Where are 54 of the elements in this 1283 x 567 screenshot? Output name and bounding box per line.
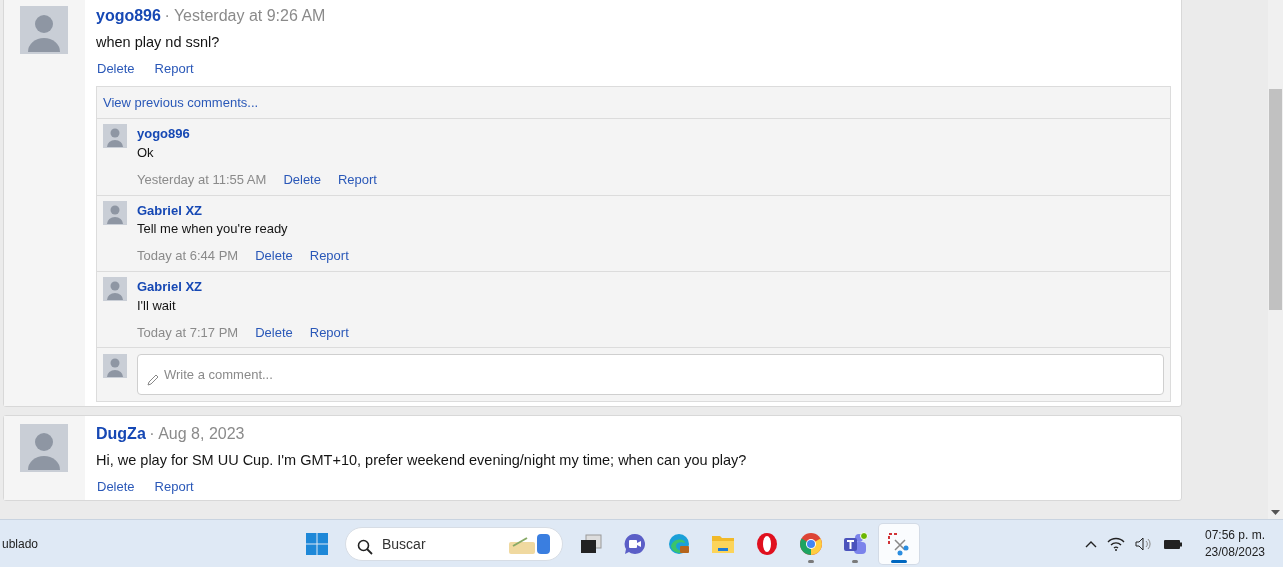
avatar-placeholder xyxy=(103,124,127,149)
avatar-placeholder xyxy=(20,424,68,473)
action-link[interactable]: Report xyxy=(154,58,194,79)
author-link[interactable]: DugZa xyxy=(96,422,146,447)
avatar-placeholder xyxy=(103,200,127,225)
author-link[interactable]: yogo896 xyxy=(137,126,190,142)
avatar-placeholder xyxy=(103,276,127,301)
avatar-placeholder xyxy=(103,354,127,379)
action-link[interactable]: Report xyxy=(309,247,349,265)
clock-time: 07:56 p. m. xyxy=(1204,527,1265,544)
weather-text: ublado xyxy=(1,535,40,553)
post-time: · Yesterday at 9:26 AM xyxy=(164,6,326,26)
comment-text: Tell me when you're ready xyxy=(137,221,288,237)
browser-wave-icon xyxy=(667,531,691,556)
scroll-down-icon[interactable] xyxy=(1271,510,1280,515)
author-link[interactable]: Gabriel XZ xyxy=(137,278,203,294)
battery-icon[interactable] xyxy=(1162,537,1183,550)
action-link[interactable]: Report xyxy=(309,323,349,342)
scissors-crop-icon xyxy=(887,531,911,556)
pencil-icon xyxy=(147,373,159,386)
view-previous-link[interactable]: View previous comments... xyxy=(103,95,259,111)
comment-text: I'll wait xyxy=(137,297,176,313)
post-text: when play nd ssnl? xyxy=(96,33,221,52)
action-link[interactable]: Delete xyxy=(283,171,321,189)
comment-time: Today at 6:44 PM xyxy=(137,247,239,265)
clock-date: 23/08/2023 xyxy=(1204,543,1265,560)
comment-time: Yesterday at 11:55 AM xyxy=(137,171,267,189)
chevron-up-icon[interactable] xyxy=(1084,539,1097,548)
avatar-placeholder xyxy=(20,6,68,54)
scrollbar-thumb[interactable] xyxy=(1269,89,1282,310)
post-time: · Aug 8, 2023 xyxy=(149,424,245,445)
notebook-drawing xyxy=(507,531,553,556)
ring-o-icon xyxy=(756,531,778,556)
action-link[interactable]: Delete xyxy=(255,323,293,342)
action-link[interactable]: Report xyxy=(154,477,194,497)
post-text: Hi, we play for SM UU Cup. I'm GMT+10, prefer weekend evening/night my time; when can you play? xyxy=(96,451,748,471)
comment-text: Ok xyxy=(137,145,154,161)
author-link[interactable]: Gabriel XZ xyxy=(137,202,203,218)
action-link[interactable]: Report xyxy=(337,171,377,189)
comment-time: Today at 7:17 PM xyxy=(137,323,239,342)
action-link[interactable]: Delete xyxy=(97,477,135,497)
search-field[interactable]: Buscar xyxy=(345,526,563,561)
windows-logo-icon xyxy=(305,531,329,556)
action-link[interactable]: Delete xyxy=(97,58,135,79)
video-chat-icon xyxy=(623,531,647,556)
team-chat-icon xyxy=(842,531,868,556)
speaker-icon[interactable] xyxy=(1134,536,1153,551)
author-link[interactable]: yogo896 xyxy=(96,4,161,28)
comment-field[interactable]: Write a comment... xyxy=(137,354,1164,396)
chrome-logo-icon xyxy=(799,531,823,556)
search-icon xyxy=(357,538,373,555)
task-view-icon xyxy=(580,533,602,554)
action-link[interactable]: Delete xyxy=(255,247,293,265)
wifi-icon[interactable] xyxy=(1106,536,1125,551)
